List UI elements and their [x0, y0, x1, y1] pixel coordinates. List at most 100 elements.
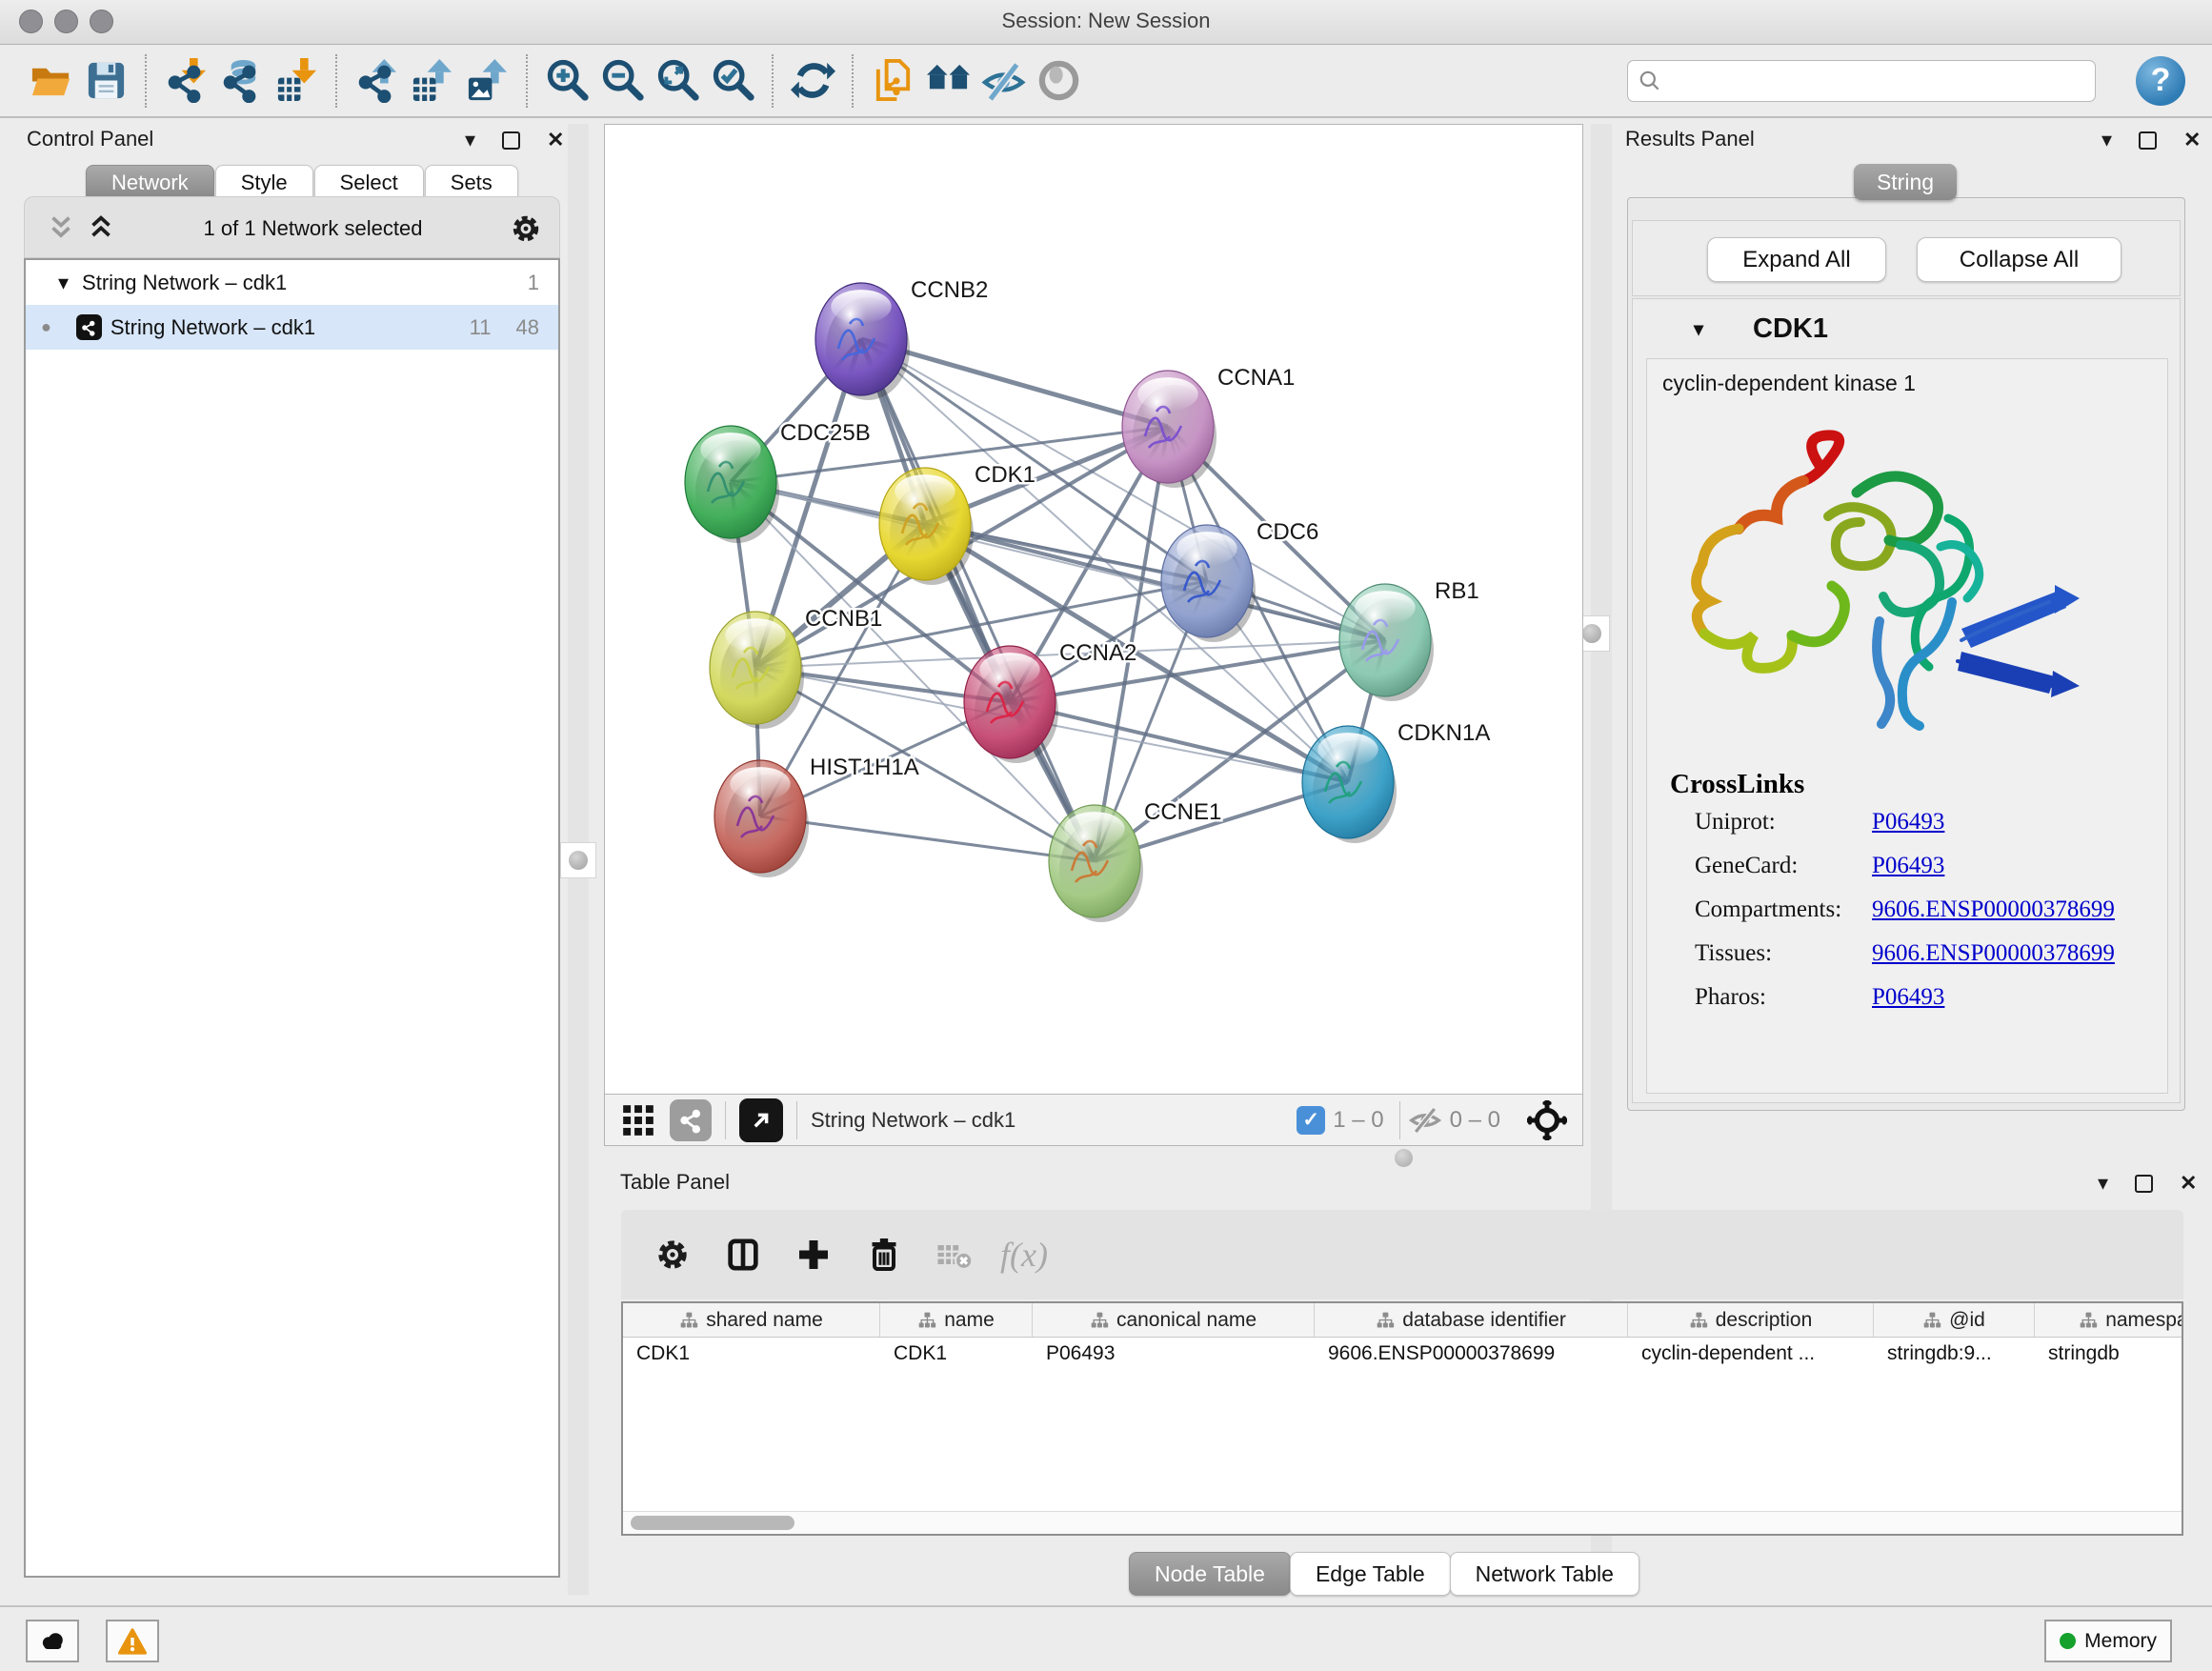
column-header-label: canonical name	[1116, 1309, 1257, 1332]
tab-edge-table[interactable]: Edge Table	[1290, 1552, 1451, 1596]
collection-caret-icon[interactable]: ▾	[58, 271, 69, 295]
string-import-button[interactable]	[865, 53, 920, 109]
crosslink-value[interactable]: 9606.ENSP00000378699	[1872, 896, 2115, 923]
open-session-button[interactable]	[23, 53, 78, 109]
control-panel-close-icon[interactable]: ✕	[547, 130, 564, 151]
network-edge[interactable]	[861, 339, 1095, 861]
create-column-icon[interactable]	[789, 1230, 838, 1279]
results-panel-close-icon[interactable]: ✕	[2183, 130, 2201, 151]
network-node-label: HIST1H1A	[810, 755, 919, 780]
control-panel-float-icon[interactable]	[502, 131, 520, 150]
collapse-all-networks-icon[interactable]	[45, 212, 77, 245]
network-options-gear-icon[interactable]	[509, 211, 543, 246]
import-network-database-button[interactable]	[213, 53, 269, 109]
crosslink-value[interactable]: 9606.ENSP00000378699	[1872, 940, 2115, 967]
column-header-namespace[interactable]: namespace	[2035, 1303, 2183, 1337]
network-node-CCNB2[interactable]: CCNB2	[815, 277, 988, 400]
detach-view-icon[interactable]	[739, 1098, 783, 1142]
search-box[interactable]	[1627, 60, 2096, 102]
crosslink-row: Uniprot:P06493	[1695, 809, 2152, 853]
table-cell[interactable]: CDK1	[880, 1338, 1033, 1372]
tab-node-table[interactable]: Node Table	[1129, 1552, 1291, 1596]
search-input[interactable]	[1670, 70, 2085, 92]
network-collection-row[interactable]: ▾ String Network – cdk1 1	[26, 260, 558, 305]
show-columns-icon[interactable]	[718, 1230, 768, 1279]
table-panel-close-icon[interactable]: ✕	[2180, 1173, 2197, 1194]
table-cell[interactable]: stringdb	[2035, 1338, 2183, 1372]
toolbar-separator	[772, 54, 774, 108]
network-node-HIST1H1A[interactable]: HIST1H1A	[714, 755, 919, 877]
expand-all-networks-icon[interactable]	[85, 212, 117, 245]
help-button[interactable]: ?	[2136, 56, 2185, 106]
table-horizontal-scrollbar[interactable]	[623, 1511, 2182, 1534]
pan-crosshair-icon[interactable]	[1527, 1100, 1567, 1140]
warning-status-button[interactable]	[106, 1620, 159, 1662]
table-cell[interactable]: stringdb:9...	[1874, 1338, 2035, 1372]
network-node-CDKN1A[interactable]: CDKN1A	[1302, 720, 1490, 843]
tab-network-table[interactable]: Network Table	[1450, 1552, 1639, 1596]
network-canvas[interactable]: CCNB2 CCNA1 CDC25B CDK1 CDC6 RB1 CCNB1	[604, 124, 1583, 1094]
apply-layout-button[interactable]	[785, 53, 840, 109]
column-header-shared-name[interactable]: shared name	[623, 1303, 880, 1337]
zoom-out-button[interactable]	[594, 53, 650, 109]
column-header-label: namespace	[2105, 1309, 2183, 1332]
hide-panel-button[interactable]	[975, 53, 1031, 109]
import-table-button[interactable]	[269, 53, 324, 109]
results-panel-float-icon[interactable]	[2139, 131, 2157, 150]
expand-all-button[interactable]: Expand All	[1707, 237, 1886, 282]
table-options-gear-icon[interactable]	[648, 1230, 697, 1279]
table-cell[interactable]: cyclin-dependent ...	[1628, 1338, 1874, 1372]
table-cell[interactable]: CDK1	[623, 1338, 880, 1372]
export-image-button[interactable]	[459, 53, 514, 109]
table-cell[interactable]: 9606.ENSP00000378699	[1315, 1338, 1628, 1372]
left-splitter-handle[interactable]	[560, 842, 596, 878]
export-network-button[interactable]	[349, 53, 404, 109]
network-node-CDC6[interactable]: CDC6	[1161, 519, 1318, 642]
toolbar-separator	[852, 54, 854, 108]
crosslink-value[interactable]: P06493	[1872, 984, 1944, 1011]
table-scrollbar-thumb[interactable]	[631, 1516, 794, 1530]
view-share-icon[interactable]	[670, 1099, 712, 1141]
column-header-database-identifier[interactable]: database identifier	[1315, 1303, 1628, 1337]
string-home-button[interactable]	[920, 53, 975, 109]
tab-string[interactable]: String	[1854, 164, 1957, 200]
network-node-CCNB1[interactable]: CCNB1	[710, 606, 882, 729]
crosslink-value[interactable]: P06493	[1872, 809, 1944, 836]
column-header-canonical-name[interactable]: canonical name	[1033, 1303, 1315, 1337]
delete-column-icon[interactable]	[859, 1230, 909, 1279]
hidden-count: 0 – 0	[1450, 1107, 1500, 1134]
network-node-CDK1[interactable]: CDK1	[879, 462, 1036, 585]
table-panel-menu-icon[interactable]: ▾	[2098, 1173, 2108, 1194]
column-header-description[interactable]: description	[1628, 1303, 1874, 1337]
network-row[interactable]: ● String Network – cdk1 11 48	[26, 305, 558, 350]
crosslink-value[interactable]: P06493	[1872, 853, 1944, 879]
network-node-CCNE1[interactable]: CCNE1	[1049, 799, 1221, 922]
zoom-fit-button[interactable]	[650, 53, 705, 109]
results-panel-menu-icon[interactable]: ▾	[2101, 130, 2112, 151]
table-row[interactable]: CDK1CDK1P064939606.ENSP00000378699cyclin…	[623, 1338, 2182, 1372]
gene-caret-icon[interactable]: ▾	[1694, 317, 1703, 341]
collapse-all-button[interactable]: Collapse All	[1917, 237, 2122, 282]
network-edge[interactable]	[1010, 702, 1348, 782]
zoom-in-button[interactable]	[539, 53, 594, 109]
table-cell[interactable]: P06493	[1033, 1338, 1315, 1372]
selected-nodes-checkbox[interactable]: ✓	[1297, 1106, 1325, 1135]
table-panel-float-icon[interactable]	[2135, 1175, 2153, 1193]
network-edge[interactable]	[760, 816, 1095, 861]
memory-button[interactable]: Memory	[2044, 1620, 2172, 1662]
network-node-CCNA2[interactable]: CCNA2	[964, 640, 1136, 763]
show-panel-button[interactable]	[1031, 53, 1086, 109]
column-header--id[interactable]: @id	[1874, 1303, 2035, 1337]
network-node-CDC25B[interactable]: CDC25B	[685, 420, 871, 543]
network-node-RB1[interactable]: RB1	[1339, 578, 1479, 701]
save-session-button[interactable]	[78, 53, 133, 109]
export-table-button[interactable]	[404, 53, 459, 109]
gene-section-header[interactable]: ▾ CDK1	[1633, 299, 2180, 358]
column-header-name[interactable]: name	[880, 1303, 1033, 1337]
view-grid-icon[interactable]	[620, 1102, 656, 1138]
cloud-status-button[interactable]	[26, 1620, 79, 1662]
control-panel-menu-icon[interactable]: ▾	[465, 130, 475, 151]
zoom-selected-button[interactable]	[705, 53, 760, 109]
bottom-splitter-handle[interactable]	[1395, 1149, 1413, 1167]
import-network-file-button[interactable]	[158, 53, 213, 109]
